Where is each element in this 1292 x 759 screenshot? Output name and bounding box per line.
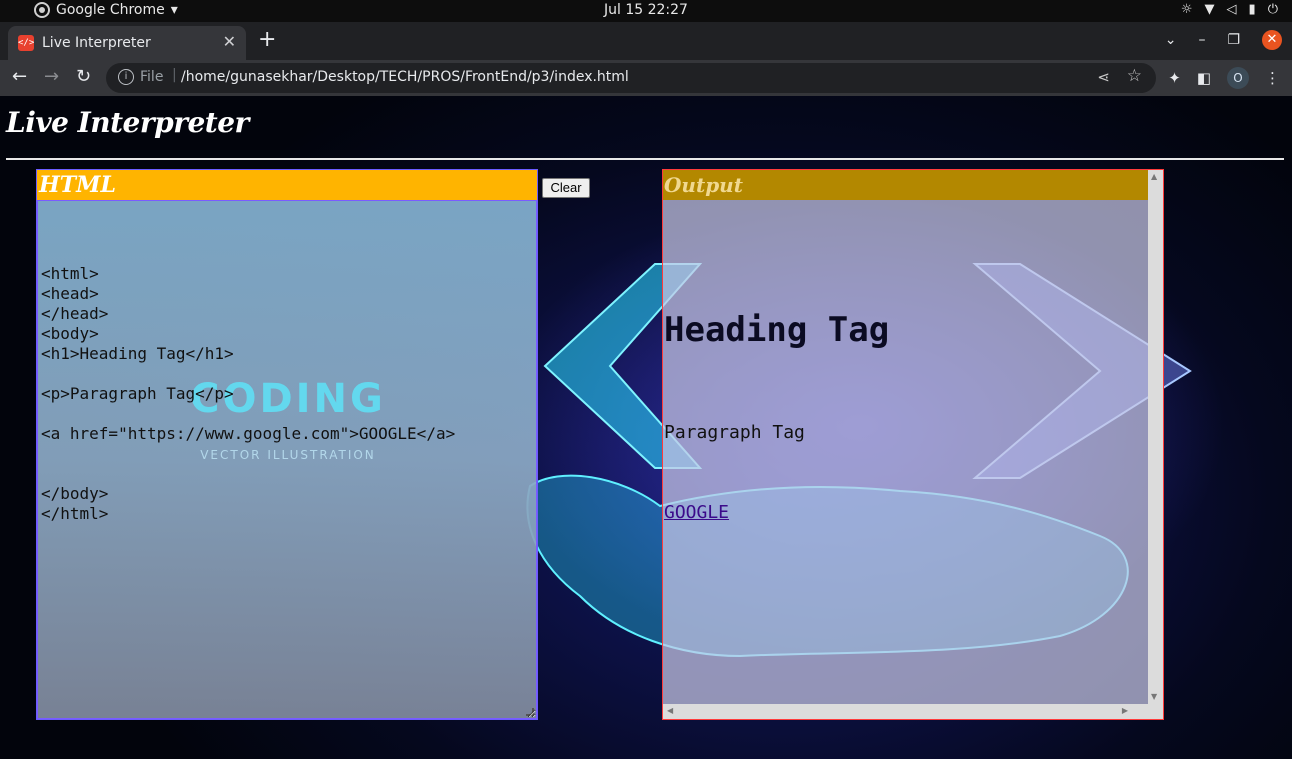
output-link[interactable]: GOOGLE xyxy=(664,502,729,523)
resize-grip-icon[interactable] xyxy=(526,708,534,716)
tab-strip: </> Live Interpreter ✕ + ⌄ – ❐ ✕ xyxy=(0,22,1292,60)
output-heading: Heading Tag xyxy=(664,310,890,350)
system-top-bar: Google Chrome ▾ Jul 15 22:27 ☼ ▼ ◁ ▮ ⏻ xyxy=(0,0,1292,22)
restore-button[interactable]: ❐ xyxy=(1227,32,1240,48)
output-frame: Output Heading Tag Paragraph Tag GOOGLE xyxy=(663,170,1148,705)
code-favicon-icon: </> xyxy=(18,35,34,51)
output-vertical-scrollbar[interactable]: ▲ ▼ xyxy=(1148,170,1163,705)
html-code-textarea[interactable]: CODING VECTOR ILLUSTRATION <html> <head>… xyxy=(37,200,537,719)
brightness-icon: ☼ xyxy=(1180,2,1193,17)
scroll-right-icon[interactable]: ▶ xyxy=(1122,706,1128,715)
url-scheme-label: File xyxy=(140,69,164,85)
clear-button[interactable]: Clear xyxy=(542,178,590,198)
profile-avatar[interactable]: O xyxy=(1227,67,1249,89)
reload-button[interactable]: ↻ xyxy=(76,66,91,87)
page-title: Live Interpreter xyxy=(6,106,249,139)
side-panel-icon[interactable]: ◧ xyxy=(1197,69,1211,87)
back-button[interactable]: ← xyxy=(12,66,27,87)
browser-toolbar: ← → ↻ i File | /home/gunasekhar/Desktop/… xyxy=(0,60,1292,96)
forward-button[interactable]: → xyxy=(44,66,59,87)
menu-icon[interactable]: ⋮ xyxy=(1265,69,1280,87)
extensions-icon[interactable]: ✦ xyxy=(1168,69,1181,87)
scroll-left-icon[interactable]: ◀ xyxy=(667,706,673,715)
minimize-button[interactable]: – xyxy=(1198,32,1205,48)
power-icon: ⏻ xyxy=(1267,2,1278,17)
output-horizontal-scrollbar[interactable]: ◀ ▶ xyxy=(663,704,1148,719)
battery-icon: ▮ xyxy=(1248,2,1256,17)
share-icon[interactable]: ⋖ xyxy=(1097,68,1110,86)
code-text: <html> <head> </head> <body> <h1>Heading… xyxy=(41,264,456,523)
tab-title: Live Interpreter xyxy=(42,35,151,51)
toolbar-actions: ✦ ◧ O ⋮ xyxy=(1168,67,1280,89)
url-text[interactable]: /home/gunasekhar/Desktop/TECH/PROS/Front… xyxy=(181,69,629,85)
url-separator: | xyxy=(172,67,177,83)
output-paragraph: Paragraph Tag xyxy=(664,422,805,443)
address-bar[interactable]: i File | /home/gunasekhar/Desktop/TECH/P… xyxy=(106,63,1156,93)
bookmark-star-icon[interactable]: ☆ xyxy=(1127,66,1142,86)
scroll-down-icon[interactable]: ▼ xyxy=(1151,692,1157,701)
system-tray[interactable]: ☼ ▼ ◁ ▮ ⏻ xyxy=(1181,2,1278,17)
scrollbar-corner xyxy=(1148,704,1163,719)
output-panel: Output Heading Tag Paragraph Tag GOOGLE … xyxy=(662,169,1164,720)
window-close-button[interactable]: ✕ xyxy=(1262,30,1282,50)
tab-search-dropdown-icon[interactable]: ⌄ xyxy=(1165,32,1177,48)
clock[interactable]: Jul 15 22:27 xyxy=(0,2,1292,18)
window-controls: ⌄ – ❐ ✕ xyxy=(1165,30,1282,50)
new-tab-button[interactable]: + xyxy=(258,28,276,52)
scroll-up-icon[interactable]: ▲ xyxy=(1151,172,1157,181)
wifi-icon: ▼ xyxy=(1204,2,1215,17)
volume-muted-icon: ◁ xyxy=(1226,2,1237,17)
tab-live-interpreter[interactable]: </> Live Interpreter ✕ xyxy=(8,26,246,60)
editor-header: HTML xyxy=(37,170,537,200)
tab-close-icon[interactable]: ✕ xyxy=(223,32,236,51)
html-editor-panel: HTML CODING VECTOR ILLUSTRATION <html> <… xyxy=(36,169,538,720)
page-viewport: Live Interpreter HTML CODING VECTOR ILLU… xyxy=(0,96,1292,759)
site-info-icon[interactable]: i xyxy=(118,69,134,85)
title-divider xyxy=(6,158,1284,160)
output-header: Output xyxy=(663,170,1148,200)
